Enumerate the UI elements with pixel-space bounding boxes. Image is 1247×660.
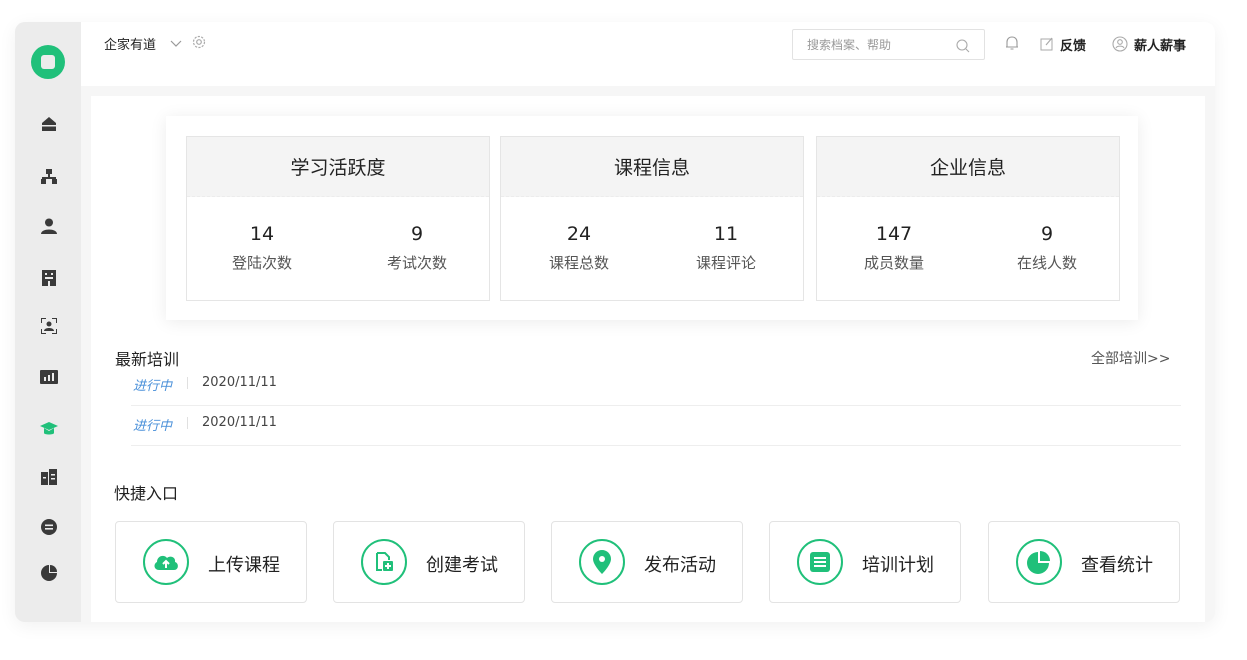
app-window: 企家有道 反馈 薪人薪事 学习活跃度 bbox=[15, 22, 1215, 622]
quick-create-exam[interactable]: 创建考试 bbox=[333, 521, 525, 603]
chevron-down-icon[interactable] bbox=[169, 35, 183, 49]
main-content: 学习活跃度 14 登陆次数 9 考试次数 课程信息 24 课程总数 11 课程评… bbox=[91, 96, 1205, 622]
quick-label: 培训计划 bbox=[862, 555, 934, 576]
bell-icon[interactable] bbox=[1004, 35, 1020, 51]
building-icon[interactable] bbox=[40, 269, 58, 287]
list-icon bbox=[797, 539, 843, 585]
search-icon[interactable] bbox=[956, 38, 970, 53]
divider bbox=[187, 417, 188, 429]
quick-label: 发布活动 bbox=[644, 555, 716, 576]
new-file-icon bbox=[361, 539, 407, 585]
user-menu[interactable]: 薪人薪事 bbox=[1112, 35, 1187, 54]
stats-panel: 学习活跃度 14 登陆次数 9 考试次数 课程信息 24 课程总数 11 课程评… bbox=[166, 116, 1138, 320]
search-input[interactable] bbox=[807, 36, 947, 54]
pie-chart-icon[interactable] bbox=[40, 564, 58, 582]
stat-card-title: 课程信息 bbox=[501, 137, 803, 197]
metric-label: 成员数量 bbox=[863, 254, 924, 272]
training-status: 进行中 bbox=[133, 419, 173, 434]
training-row[interactable]: 进行中 2020/11/11 bbox=[131, 366, 1181, 406]
metric-value: 11 bbox=[713, 223, 739, 245]
sidebar bbox=[15, 22, 81, 622]
cloud-upload-icon bbox=[143, 539, 189, 585]
gear-icon[interactable] bbox=[191, 34, 207, 50]
stat-metric: 147 成员数量 bbox=[819, 225, 969, 273]
metric-label: 课程总数 bbox=[548, 254, 609, 272]
metric-label: 课程评论 bbox=[695, 254, 756, 272]
stat-card-title: 企业信息 bbox=[817, 137, 1119, 197]
top-bar: 企家有道 反馈 薪人薪事 bbox=[81, 22, 1215, 86]
stat-card-learning: 学习活跃度 14 登陆次数 9 考试次数 bbox=[186, 136, 490, 301]
user-name: 薪人薪事 bbox=[1134, 38, 1187, 54]
org-chart-icon[interactable] bbox=[40, 168, 58, 186]
metric-value: 147 bbox=[875, 223, 913, 245]
all-training-link[interactable]: 全部培训>> bbox=[1091, 348, 1170, 368]
divider bbox=[187, 377, 188, 389]
graduation-cap-icon[interactable] bbox=[40, 420, 58, 438]
training-status: 进行中 bbox=[133, 379, 173, 394]
metric-label: 考试次数 bbox=[386, 254, 447, 272]
metric-value: 9 bbox=[410, 223, 424, 245]
metric-label: 登陆次数 bbox=[231, 254, 292, 272]
exchange-icon[interactable] bbox=[40, 518, 58, 536]
stat-card-course: 课程信息 24 课程总数 11 课程评论 bbox=[500, 136, 804, 301]
document-icon[interactable] bbox=[40, 468, 58, 486]
edit-icon bbox=[1040, 37, 1053, 51]
quick-training-plan[interactable]: 培训计划 bbox=[769, 521, 961, 603]
stat-metric: 9 在线人数 bbox=[972, 225, 1122, 273]
user-avatar-icon bbox=[1112, 36, 1128, 52]
quick-label: 创建考试 bbox=[426, 555, 498, 576]
quick-label: 上传课程 bbox=[208, 555, 280, 576]
brand-name[interactable]: 企家有道 bbox=[104, 34, 156, 53]
quick-publish-activity[interactable]: 发布活动 bbox=[551, 521, 743, 603]
quick-upload-course[interactable]: 上传课程 bbox=[115, 521, 307, 603]
training-row[interactable]: 进行中 2020/11/11 bbox=[131, 406, 1181, 446]
metric-value: 24 bbox=[566, 223, 592, 245]
training-date: 2020/11/11 bbox=[202, 415, 277, 430]
face-scan-icon[interactable] bbox=[40, 317, 58, 335]
stat-card-company: 企业信息 147 成员数量 9 在线人数 bbox=[816, 136, 1120, 301]
metric-label: 在线人数 bbox=[1016, 254, 1077, 272]
user-icon[interactable] bbox=[40, 217, 58, 235]
stat-metric: 9 考试次数 bbox=[342, 225, 492, 273]
quick-label: 查看统计 bbox=[1081, 555, 1153, 576]
map-pin-icon bbox=[579, 539, 625, 585]
pie-chart-icon bbox=[1016, 539, 1062, 585]
home-icon[interactable] bbox=[40, 115, 58, 133]
training-date: 2020/11/11 bbox=[202, 375, 277, 390]
stat-metric: 14 登陆次数 bbox=[187, 225, 337, 273]
quick-view-stats[interactable]: 查看统计 bbox=[988, 521, 1180, 603]
quick-entry-title: 快捷入口 bbox=[114, 484, 179, 503]
search-box[interactable] bbox=[792, 29, 985, 60]
feedback-button[interactable]: 反馈 bbox=[1040, 35, 1087, 54]
metric-value: 9 bbox=[1040, 223, 1054, 245]
stat-metric: 24 课程总数 bbox=[504, 225, 654, 273]
metric-value: 14 bbox=[249, 223, 275, 245]
stat-metric: 11 课程评论 bbox=[651, 225, 801, 273]
feedback-label: 反馈 bbox=[1060, 38, 1087, 54]
stat-card-title: 学习活跃度 bbox=[187, 137, 489, 197]
bar-chart-icon[interactable] bbox=[40, 368, 58, 386]
logo[interactable] bbox=[31, 45, 65, 79]
